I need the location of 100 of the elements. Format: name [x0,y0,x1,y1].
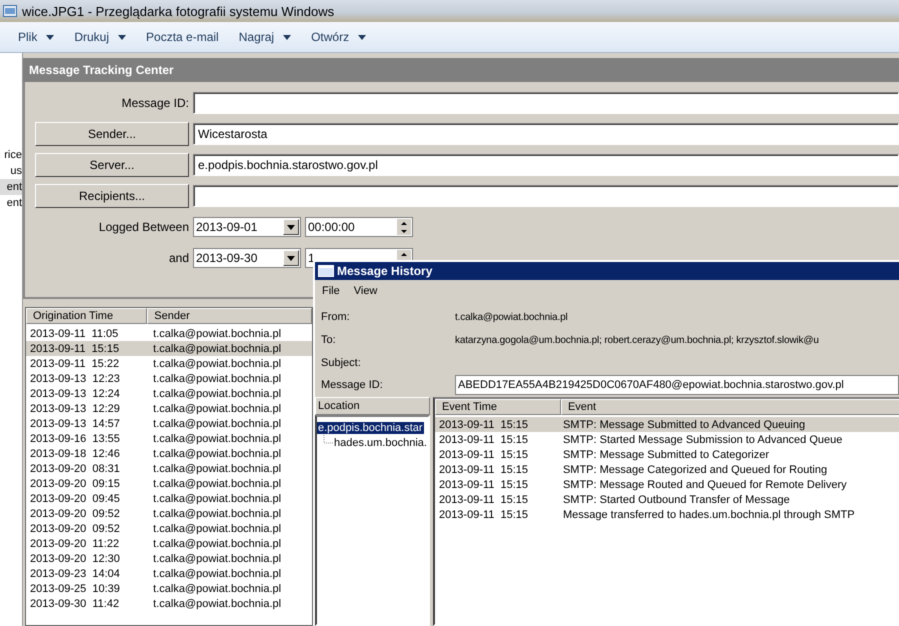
window-icon [318,265,334,277]
event-row[interactable]: 2013-09-11 15:15 SMTP: Started Message Submission to Advanced Queue [434,432,899,447]
sender-cell-text: t.calka@powiat.bochnia.pl [152,448,282,460]
event-cell-text: SMTP: Started Outbound Transfer of Message [562,494,791,506]
caret-icon [46,34,54,40]
time-cell-text: 2013-09-20 12:30 [29,552,121,564]
tree-item[interactable]: e.podpis.bochnia.star [317,422,424,434]
event-cell-text: SMTP: Started Message Submission to Advanced Queue [562,434,844,446]
message-row[interactable]: 2013-09-11 15:22 t.calka@powiat.bochnia.pl [26,356,312,371]
field-label: Logged Between [98,220,189,234]
sidebar-item[interactable]: rice [0,147,22,163]
sender-cell-text: t.calka@powiat.bochnia.pl [152,418,282,430]
message-row[interactable]: 2013-09-20 09:52 t.calka@powiat.bochnia.pl [26,521,312,536]
menu-item[interactable]: View [354,284,378,298]
toolbar-menu[interactable]: Otwórz [311,30,366,44]
time-cell-text: 2013-09-13 12:23 [29,372,121,384]
sender-cell-text: t.calka@powiat.bochnia.pl [152,388,282,400]
message-row[interactable]: 2013-09-20 12:30 t.calka@powiat.bochnia.pl [26,551,312,566]
spinner-icon[interactable] [397,219,411,235]
sender-cell-text: t.calka@powiat.bochnia.pl [152,402,282,414]
time-field[interactable]: 00:00:00 [305,217,413,237]
input-field[interactable]: ABEDD17EA55A4B219425D0C0670AF480@epowiat.bochnia.starostwo.gov.pl [455,375,899,395]
event-cell-text: SMTP: Message Submitted to Advanced Queuing [562,418,806,430]
window-title: wice.JPG1 - Przeglądarka fotografii systemu Windows [22,4,334,18]
menu-item[interactable]: File [322,284,340,298]
time-cell-text: 2013-09-30 11:42 [29,598,120,610]
message-row[interactable]: 2013-09-13 12:23 t.calka@powiat.bochnia.pl [26,371,312,386]
input-field[interactable] [193,92,899,114]
sender-cell-text: t.calka@powiat.bochnia.pl [152,328,282,340]
message-row[interactable]: 2013-09-16 13:55 t.calka@powiat.bochnia.pl [26,431,312,446]
event-row[interactable]: 2013-09-11 15:15 SMTP: Message Submitted to Categorizer [434,447,899,462]
time-cell-text: 2013-09-20 09:52 [29,508,121,520]
caret-icon [283,34,292,40]
message-row[interactable]: 2013-09-13 12:29 t.calka@powiat.bochnia.pl [26,401,312,416]
caret-icon [287,256,295,260]
caret-icon [358,34,366,40]
event-row[interactable]: 2013-09-11 15:15 SMTP: Message Submitted to Advanced Queuing [434,417,899,432]
column-header[interactable]: Event Time [434,399,561,415]
sender-cell-text: t.calka@powiat.bochnia.pl [152,342,282,354]
time-cell-text: 2013-09-20 09:15 [29,478,121,490]
field-label: Subject: [321,357,362,369]
event-cell-text: SMTP: Message Submitted to Categorizer [562,448,770,460]
event-row[interactable]: 2013-09-11 15:15 Message transferred to hades.um.bochnia.pl through SMTP [434,507,899,522]
time-cell-text: 2013-09-11 15:22 [29,358,120,370]
event-cell-text: SMTP: Message Categorized and Queued for Routing [562,464,828,476]
sidebar-item[interactable]: us [0,163,22,179]
message-row[interactable]: 2013-09-13 14:57 t.calka@powiat.bochnia.pl [26,416,312,431]
toolbar-menu[interactable]: Nagraj [238,30,292,44]
time-cell-text: 2013-09-25 10:39 [29,582,121,594]
sidebar-item[interactable]: ent [0,179,22,195]
dropdown-button[interactable] [283,250,299,266]
picker-button[interactable]: Sender... [35,122,189,146]
toolbar-menu[interactable]: Poczta e-mail [146,30,219,44]
column-header[interactable]: Sender [147,308,312,324]
toolbar-menu[interactable]: Plik [18,30,54,44]
column-header[interactable]: Origination Time [26,308,148,324]
tree-line-icon [323,435,333,444]
message-row[interactable]: 2013-09-18 12:46 t.calka@powiat.bochnia.pl [26,446,312,461]
event-row[interactable]: 2013-09-11 15:15 SMTP: Message Routed and Queued for Remote Delivery [434,477,899,492]
picker-button[interactable]: Server... [35,153,189,177]
input-field[interactable]: Wicestarosta [193,123,899,145]
sender-cell-text: t.calka@powiat.bochnia.pl [152,508,282,520]
message-row[interactable]: 2013-09-20 09:45 t.calka@powiat.bochnia.pl [26,491,312,506]
column-header[interactable]: Event [560,399,899,415]
event-row[interactable]: 2013-09-11 15:15 SMTP: Message Categorized and Queued for Routing [434,462,899,477]
input-field[interactable]: e.podpis.bochnia.starostwo.gov.pl [193,154,899,176]
date-dropdown[interactable]: 2013-09-30 [193,248,301,268]
time-cell-text: 2013-09-20 11:22 [29,538,120,550]
time-cell-text: 2013-09-23 14:04 [29,568,121,580]
field-value: t.calka@powiat.bochnia.pl [455,312,568,322]
picker-button[interactable]: Recipients... [35,184,189,208]
input-field[interactable] [193,185,899,207]
message-row[interactable]: 2013-09-13 12:24 t.calka@powiat.bochnia.pl [26,386,312,401]
message-row[interactable]: 2013-09-20 08:31 t.calka@powiat.bochnia.pl [26,461,312,476]
message-row[interactable]: 2013-09-30 11:42 t.calka@powiat.bochnia.pl [26,596,312,611]
dropdown-button[interactable] [283,219,299,235]
tree-item[interactable]: hades.um.bochnia. [333,436,428,448]
time-cell-text: 2013-09-11 15:15 [438,434,530,446]
time-cell-text: 2013-09-18 12:46 [29,448,121,460]
field-label: To: [321,334,337,346]
caret-icon [287,224,295,230]
date-dropdown[interactable]: 2013-09-01 [193,217,301,237]
message-row[interactable]: 2013-09-20 09:52 t.calka@powiat.bochnia.pl [26,506,312,521]
event-cell-text: SMTP: Message Routed and Queued for Remote Delivery [562,478,848,490]
sender-cell-text: t.calka@powiat.bochnia.pl [152,462,282,474]
message-row[interactable]: 2013-09-20 09:15 t.calka@powiat.bochnia.pl [26,476,312,491]
event-row[interactable]: 2013-09-11 15:15 SMTP: Started Outbound Transfer of Message [434,492,899,507]
message-row[interactable]: 2013-09-11 15:15 t.calka@powiat.bochnia.pl [26,341,312,356]
panel-title: Message Tracking Center [23,58,899,82]
message-row[interactable]: 2013-09-25 10:39 t.calka@powiat.bochnia.pl [26,581,312,596]
field-label: From: [321,311,351,323]
sidebar-item[interactable]: ent [0,195,22,211]
time-cell-text: 2013-09-16 13:55 [29,432,121,444]
message-row[interactable]: 2013-09-20 11:22 t.calka@powiat.bochnia.pl [26,536,312,551]
message-row[interactable]: 2013-09-23 14:04 t.calka@powiat.bochnia.pl [26,566,312,581]
toolbar-menu[interactable]: Drukuj [74,30,126,44]
column-header[interactable]: Location [315,397,430,415]
message-row[interactable]: 2013-09-11 11:05 t.calka@powiat.bochnia.pl [26,326,312,341]
sender-cell-text: t.calka@powiat.bochnia.pl [152,582,282,594]
time-cell-text: 2013-09-11 15:15 [438,448,530,460]
